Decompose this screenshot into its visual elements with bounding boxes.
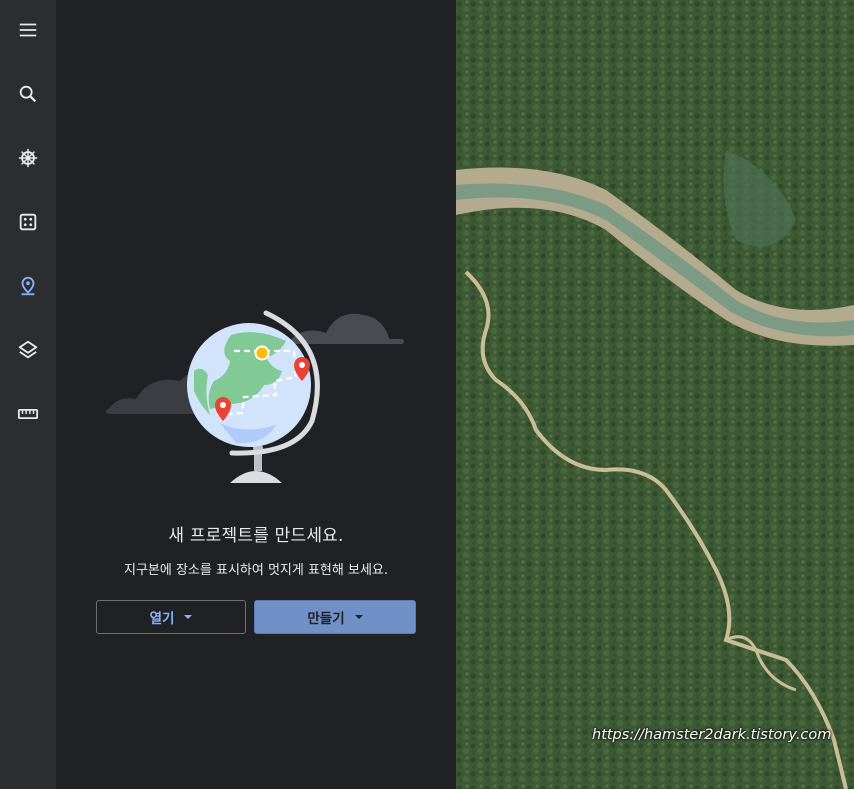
map-style-button[interactable] <box>8 330 48 370</box>
projects-button[interactable] <box>8 266 48 306</box>
search-button[interactable] <box>8 74 48 114</box>
search-icon <box>19 85 37 103</box>
ship-wheel-icon <box>18 148 38 168</box>
projects-panel: 새 프로젝트를 만드세요. 지구본에 장소를 표시하여 멋지게 표현해 보세요.… <box>56 0 456 789</box>
watermark-text: https://hamster2dark.tistory.com <box>592 727 832 743</box>
layers-icon <box>18 340 38 359</box>
create-button-label: 만들기 <box>307 611 345 627</box>
dice-icon <box>19 213 37 231</box>
voyager-button[interactable] <box>8 138 48 178</box>
chevron-down-icon <box>354 615 363 619</box>
satellite-imagery <box>456 0 854 789</box>
create-project-button[interactable]: 만들기 <box>254 600 416 634</box>
chevron-down-icon <box>184 615 193 619</box>
measure-button[interactable] <box>8 394 48 434</box>
map-pin-icon <box>21 276 35 296</box>
left-rail <box>0 0 56 789</box>
open-project-button[interactable]: 열기 <box>96 600 246 634</box>
menu-button[interactable] <box>8 10 48 50</box>
open-button-label: 열기 <box>149 611 175 627</box>
satellite-map[interactable]: https://hamster2dark.tistory.com <box>456 0 854 789</box>
empty-state-subtitle: 지구본에 장소를 표시하여 멋지게 표현해 보세요. <box>124 563 388 578</box>
empty-state-title: 새 프로젝트를 만드세요. <box>168 526 344 546</box>
menu-icon <box>19 23 37 37</box>
globe-illustration <box>106 310 404 483</box>
ruler-icon <box>17 408 39 420</box>
feeling-lucky-button[interactable] <box>8 202 48 242</box>
